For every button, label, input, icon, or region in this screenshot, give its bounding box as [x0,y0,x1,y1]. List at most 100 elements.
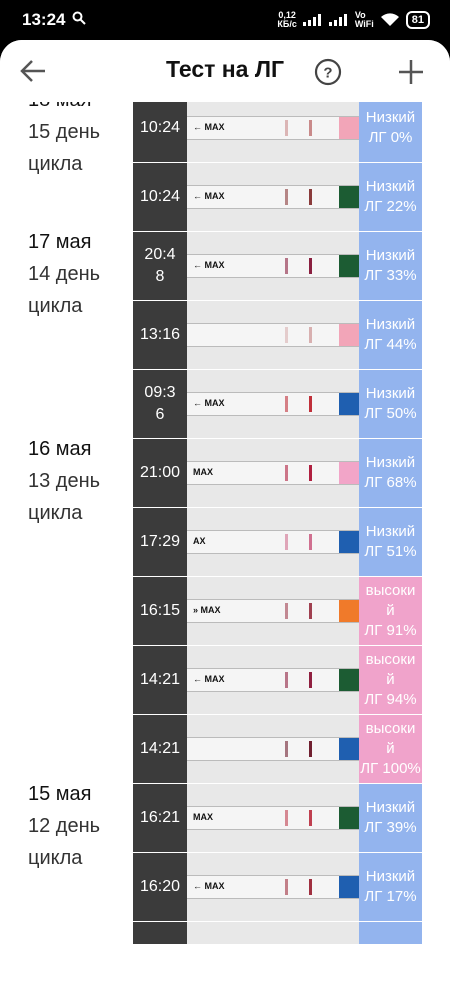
strip-cap [339,117,359,139]
test-line [285,810,288,826]
test-strip-photo: ← MAX [187,102,359,162]
cycle-word: цикла [28,295,83,317]
test-strip-photo: MAX [187,784,359,852]
strip-cap [339,531,359,553]
test-row[interactable]: 16:15 » MAX высоки й ЛГ 91% [133,577,422,645]
lh-level-badge: Низкий ЛГ 51% [359,508,422,576]
lh-percent: ЛГ 68% [364,474,417,491]
control-line [309,258,312,274]
lh-percent: ЛГ 39% [364,819,417,836]
test-time: 16:21 [133,784,187,852]
test-strip: MAX [187,806,359,830]
cycle-day: 15 день [28,121,101,143]
strip-cap [339,669,359,691]
test-strip [187,737,359,761]
test-row[interactable]: 20:4 8 ← MAX Низкий ЛГ 33% [133,232,422,300]
test-time: 20:4 8 [133,232,187,300]
test-strip-photo: ← MAX [187,163,359,231]
day-group-label: 17 мая 14 день цикла [28,226,100,322]
battery-indicator: 81 [405,11,430,29]
test-time [133,922,187,944]
control-line [309,534,312,550]
day-date: 16 мая [28,438,92,460]
lh-level-label: высоки [365,720,416,737]
test-row[interactable]: 16:20 ← MAX Низкий ЛГ 17% [133,853,422,921]
test-strip: ← MAX [187,875,359,899]
lh-percent: ЛГ 94% [364,691,417,708]
control-line [309,879,312,895]
strip-max-label: ← MAX [193,260,225,270]
test-row[interactable]: 14:21 ← MAX высоки й ЛГ 94% [133,646,422,714]
cycle-day: 12 день [28,815,101,837]
test-time: 10:24 [133,163,187,231]
test-strip-photo: MAX [187,439,359,507]
test-time: 10:24 [133,102,187,162]
test-row[interactable]: 16:21 MAX Низкий ЛГ 39% [133,784,422,852]
test-time: 14:21 [133,715,187,783]
day-date: 18 мая [28,102,100,116]
test-line [285,120,288,136]
test-strip: ← MAX [187,668,359,692]
strip-max-label: ← MAX [193,674,225,684]
strip-max-label: » MAX [193,605,221,615]
lh-percent: ЛГ 50% [364,405,417,422]
test-strip-photo: AX [187,508,359,576]
test-strip-photo [187,922,359,944]
system-nav-bar [0,984,450,1000]
test-list[interactable]: 18 мая15 деньцикла17 мая14 деньцикла16 м… [0,102,450,944]
signal-icon-2 [328,14,347,26]
test-row[interactable]: 10:24 ← MAX Низкий ЛГ 22% [133,163,422,231]
day-group-label: 18 мая 15 день цикла [28,102,100,180]
test-line [285,534,288,550]
lh-level-label: Низкий [365,178,416,195]
test-strip-photo [187,715,359,783]
test-strip: ← MAX [187,185,359,209]
lh-level-label-wrap: й [386,740,395,757]
strip-cap [339,807,359,829]
control-line [309,465,312,481]
lh-percent: ЛГ 17% [364,888,417,905]
test-row[interactable]: Низкий [133,922,422,944]
lh-level-badge: Низкий [359,922,422,944]
test-row[interactable]: 13:16 Низкий ЛГ 44% [133,301,422,369]
wifi-icon [380,13,399,26]
test-row[interactable]: 21:00 MAX Низкий ЛГ 68% [133,439,422,507]
test-time: 21:00 [133,439,187,507]
control-line [309,189,312,205]
day-date: 15 мая [28,783,92,805]
control-line [309,741,312,757]
strip-cap [339,600,359,622]
lh-level-badge: высоки й ЛГ 91% [359,577,422,645]
signal-icon [302,14,321,26]
test-strip: » MAX [187,599,359,623]
lh-level-label: высоки [365,651,416,668]
test-row[interactable]: 14:21 высоки й ЛГ 100% [133,715,422,783]
cycle-word: цикла [28,847,83,869]
app-bar: Тест на ЛГ ? [0,40,450,102]
cycle-word: цикла [28,502,83,524]
test-row[interactable]: 17:29 AX Низкий ЛГ 51% [133,508,422,576]
test-line [285,672,288,688]
strip-max-label: ← MAX [193,881,225,891]
test-strip: AX [187,530,359,554]
day-date: 17 мая [28,231,92,253]
test-time: 16:15 [133,577,187,645]
control-line [309,810,312,826]
test-row[interactable]: 09:3 6 ← MAX Низкий ЛГ 50% [133,370,422,438]
vowifi-label: Vo WiFi [354,10,374,29]
strip-max-label: ← MAX [193,398,225,408]
lh-level-label: Низкий [365,109,416,126]
strip-cap [339,255,359,277]
lh-level-label: высоки [365,582,416,599]
day-group-label: 15 мая 12 день цикла [28,778,100,874]
lh-level-label: Низкий [365,316,416,333]
test-strip: ← MAX [187,116,359,140]
add-icon[interactable] [396,57,426,87]
test-row[interactable]: 10:24 ← MAX Низкий ЛГ 0% [133,102,422,162]
help-icon[interactable]: ? [314,58,342,86]
day-group-label: 16 мая 13 день цикла [28,433,100,529]
lh-level-label: Низкий [365,454,416,471]
strip-cap [339,186,359,208]
lh-level-badge: Низкий ЛГ 17% [359,853,422,921]
lh-level-label: Низкий [365,385,416,402]
